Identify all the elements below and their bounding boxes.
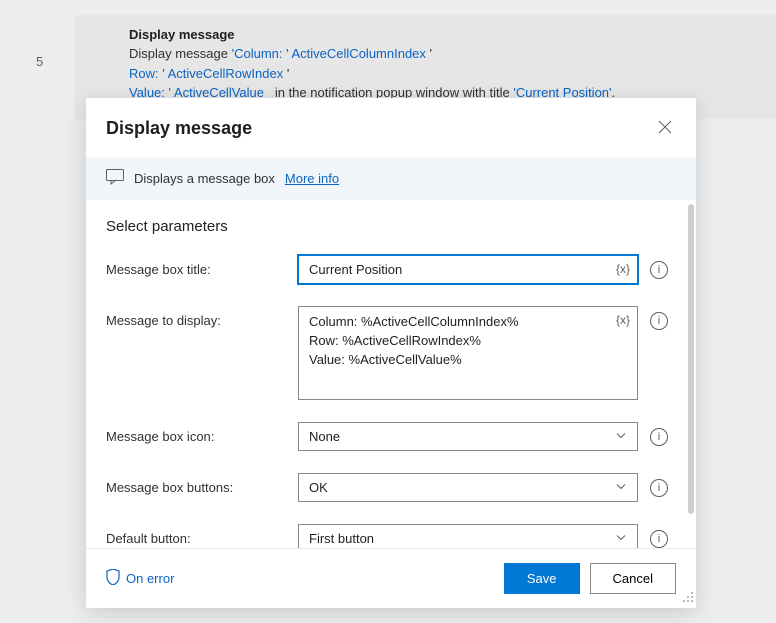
more-info-link[interactable]: More info <box>285 171 339 186</box>
cancel-button[interactable]: Cancel <box>590 563 676 594</box>
field-default-button: Default button: First button i <box>106 524 676 548</box>
info-icon[interactable]: i <box>650 312 668 330</box>
info-icon[interactable]: i <box>650 261 668 279</box>
resize-grip-icon[interactable] <box>682 591 694 606</box>
parameters-panel: Select parameters Message box title: {x}… <box>86 200 696 548</box>
step-number: 5 <box>36 54 43 69</box>
dialog-footer: On error Save Cancel <box>86 548 696 608</box>
display-message-dialog: Display message Displays a message box M… <box>86 98 696 608</box>
label-default-button: Default button: <box>106 524 286 546</box>
label-message-box-title: Message box title: <box>106 255 286 277</box>
step-title: Display message <box>129 27 758 42</box>
message-box-icon <box>106 169 124 188</box>
input-message-to-display[interactable]: Column: %ActiveCellColumnIndex% Row: %Ac… <box>298 306 638 400</box>
on-error-link[interactable]: On error <box>106 569 174 588</box>
input-message-box-title[interactable] <box>298 255 638 284</box>
field-message-box-buttons: Message box buttons: OK i <box>106 473 676 502</box>
label-message-box-buttons: Message box buttons: <box>106 473 286 495</box>
info-icon[interactable]: i <box>650 530 668 548</box>
dialog-header: Display message <box>86 98 696 157</box>
close-icon[interactable] <box>654 116 676 141</box>
save-button[interactable]: Save <box>504 563 580 594</box>
info-icon[interactable]: i <box>650 428 668 446</box>
label-message-box-icon: Message box icon: <box>106 422 286 444</box>
info-banner: Displays a message box More info <box>86 157 696 200</box>
select-message-box-buttons[interactable]: OK <box>298 473 638 502</box>
field-message-box-title: Message box title: {x} i <box>106 255 676 284</box>
chevron-down-icon <box>615 480 627 495</box>
info-icon[interactable]: i <box>650 479 668 497</box>
select-message-box-icon[interactable]: None <box>298 422 638 451</box>
shield-icon <box>106 569 120 588</box>
dialog-title: Display message <box>106 118 252 139</box>
chevron-down-icon <box>615 429 627 444</box>
variable-picker-icon[interactable]: {x} <box>616 262 630 276</box>
step-description: Display message 'Column: ' ActiveCellCol… <box>129 44 758 103</box>
chevron-down-icon <box>615 531 627 546</box>
section-title: Select parameters <box>106 218 676 235</box>
banner-text: Displays a message box <box>134 171 275 186</box>
label-message-to-display: Message to display: <box>106 306 286 328</box>
field-message-to-display: Message to display: Column: %ActiveCellC… <box>106 306 676 400</box>
variable-picker-icon[interactable]: {x} <box>616 313 630 327</box>
select-default-button[interactable]: First button <box>298 524 638 548</box>
on-error-label: On error <box>126 571 174 586</box>
field-message-box-icon: Message box icon: None i <box>106 422 676 451</box>
scrollbar[interactable] <box>688 204 694 514</box>
